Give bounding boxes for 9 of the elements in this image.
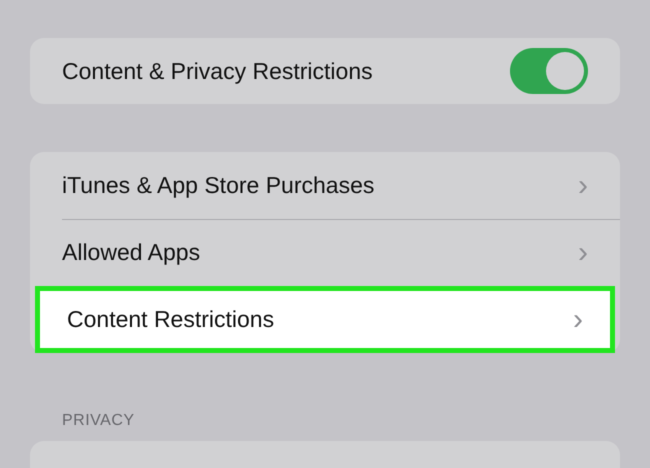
section-heading: PRIVACY (61, 411, 136, 431)
menu-item[interactable]: iTunes & App Store Purchases › (30, 152, 620, 219)
menu-item[interactable]: Content Restrictions › (35, 286, 615, 353)
setting-label: Content & Privacy Restrictions (62, 56, 373, 86)
chevron-icon: › (578, 170, 588, 200)
toggle-switch[interactable] (510, 48, 588, 94)
menu-item[interactable]: Allowed Apps › (30, 219, 620, 286)
chevron-icon: › (578, 238, 588, 268)
chevron-icon: › (573, 304, 583, 334)
